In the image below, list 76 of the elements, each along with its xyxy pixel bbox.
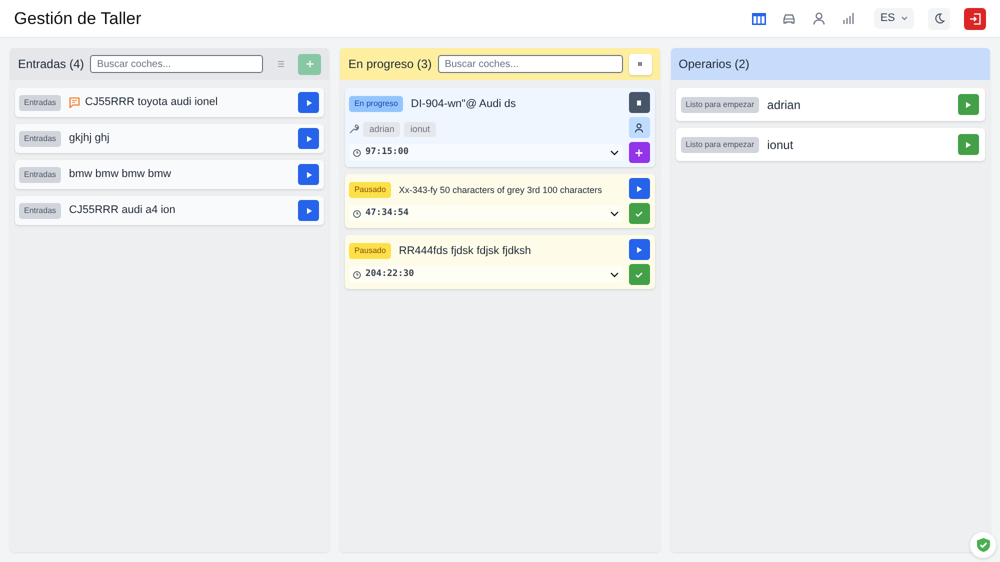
car-card[interactable]: Pausado Xx-343-fy 50 characters of grey 3rd 100 characters 47:34:54 [345,174,655,228]
car-card[interactable]: Entradas CJ55RRR toyota audi ionel [15,88,324,117]
car-title: bmw bmw bmw bmw [69,167,172,182]
car-title: CJ55RRR audi a4 ion [69,203,176,218]
column-title: Entradas (4) [18,56,84,73]
car-title: CJ55RRR toyota audi ionel [85,95,218,110]
status-tag: Entradas [19,166,62,182]
logout-button[interactable] [964,8,986,30]
plus-icon [304,59,315,69]
shield-icon [976,538,990,552]
list-icon [276,59,286,69]
logout-icon [969,12,981,24]
column-title: Operarios (2) [678,56,750,73]
worker-card[interactable]: Listo para empezar ionut [676,128,985,161]
column-title: En progreso (3) [348,56,432,73]
moon-icon [934,13,944,24]
chevron-icon[interactable] [610,150,619,156]
app-title: Gestión de Taller [14,8,142,30]
theme-toggle-button[interactable] [928,8,950,30]
play-icon [634,184,644,194]
play-icon [963,140,974,150]
add-button[interactable] [628,142,650,163]
status-tag: Listo para empezar [680,96,760,112]
person-icon [634,122,644,132]
car-title: DI-904-wn"@ Audi ds [410,97,516,112]
status-tag: En progreso [349,96,403,112]
play-button[interactable] [628,239,650,260]
assign-worker-button[interactable] [628,117,650,138]
timer-text: 47:34:54 [365,206,410,220]
play-button[interactable] [958,94,979,115]
timer-text: 204:22:30 [365,268,416,281]
car-card[interactable]: Entradas gkjhj ghj [15,124,324,153]
car-title: Xx-343-fy 50 characters of grey 3rd 100 characters [398,184,602,197]
clock-icon [353,210,362,218]
complete-button[interactable] [628,264,650,285]
play-button[interactable] [298,92,320,113]
shield-button[interactable] [970,532,996,558]
car-title: RR444fds fjdsk fdjsk fjdksh [398,244,531,259]
complete-button[interactable] [628,203,650,224]
status-tag: Listo para empezar [680,136,760,152]
car-title: gkjhj ghj [69,131,110,146]
chevron-icon[interactable] [610,210,619,216]
status-tag: Pausado [349,243,391,260]
play-button[interactable] [298,200,320,221]
play-icon [634,244,644,254]
caret-icon [901,16,908,21]
car-card[interactable]: Entradas bmw bmw bmw bmw [15,160,324,189]
worker-tag: adrian [363,122,400,137]
search-field[interactable]: Buscar coches... [90,55,264,73]
play-icon [963,100,974,110]
chevron-icon[interactable] [610,272,619,278]
check-icon [634,270,644,280]
check-icon [634,208,644,218]
timer-text: 97:15:00 [365,146,410,159]
play-button[interactable] [298,128,320,149]
car-card[interactable]: Entradas CJ55RRR audi a4 ion [15,196,324,225]
car-card[interactable]: Pausado RR444fds fjdsk fdjsk fjdksh 204:22:30 [345,235,655,289]
clock-icon [353,270,362,278]
worker-name: adrian [767,96,800,114]
play-button[interactable] [958,134,979,155]
worker-card[interactable]: Listo para empezar adrian [676,88,985,121]
plus-icon [634,148,644,158]
status-tag: Entradas [19,202,62,218]
car-card[interactable]: En progreso DI-904-wn"@ Audi ds adrian ionut 97:15:00 [345,88,655,167]
clock-icon [353,148,362,156]
play-button[interactable] [628,178,650,199]
wrench-icon [349,124,360,134]
status-tag: Pausado [349,182,391,198]
search-field[interactable]: Buscar coches... [438,55,623,73]
worker-tag: ionut [404,122,436,137]
stop-button[interactable] [628,92,650,113]
language-select[interactable]: ES [874,8,914,29]
status-tag: Entradas [19,130,62,146]
worker-name: ionut [767,136,794,154]
play-button[interactable] [298,164,320,185]
status-tag: Entradas [19,94,62,110]
